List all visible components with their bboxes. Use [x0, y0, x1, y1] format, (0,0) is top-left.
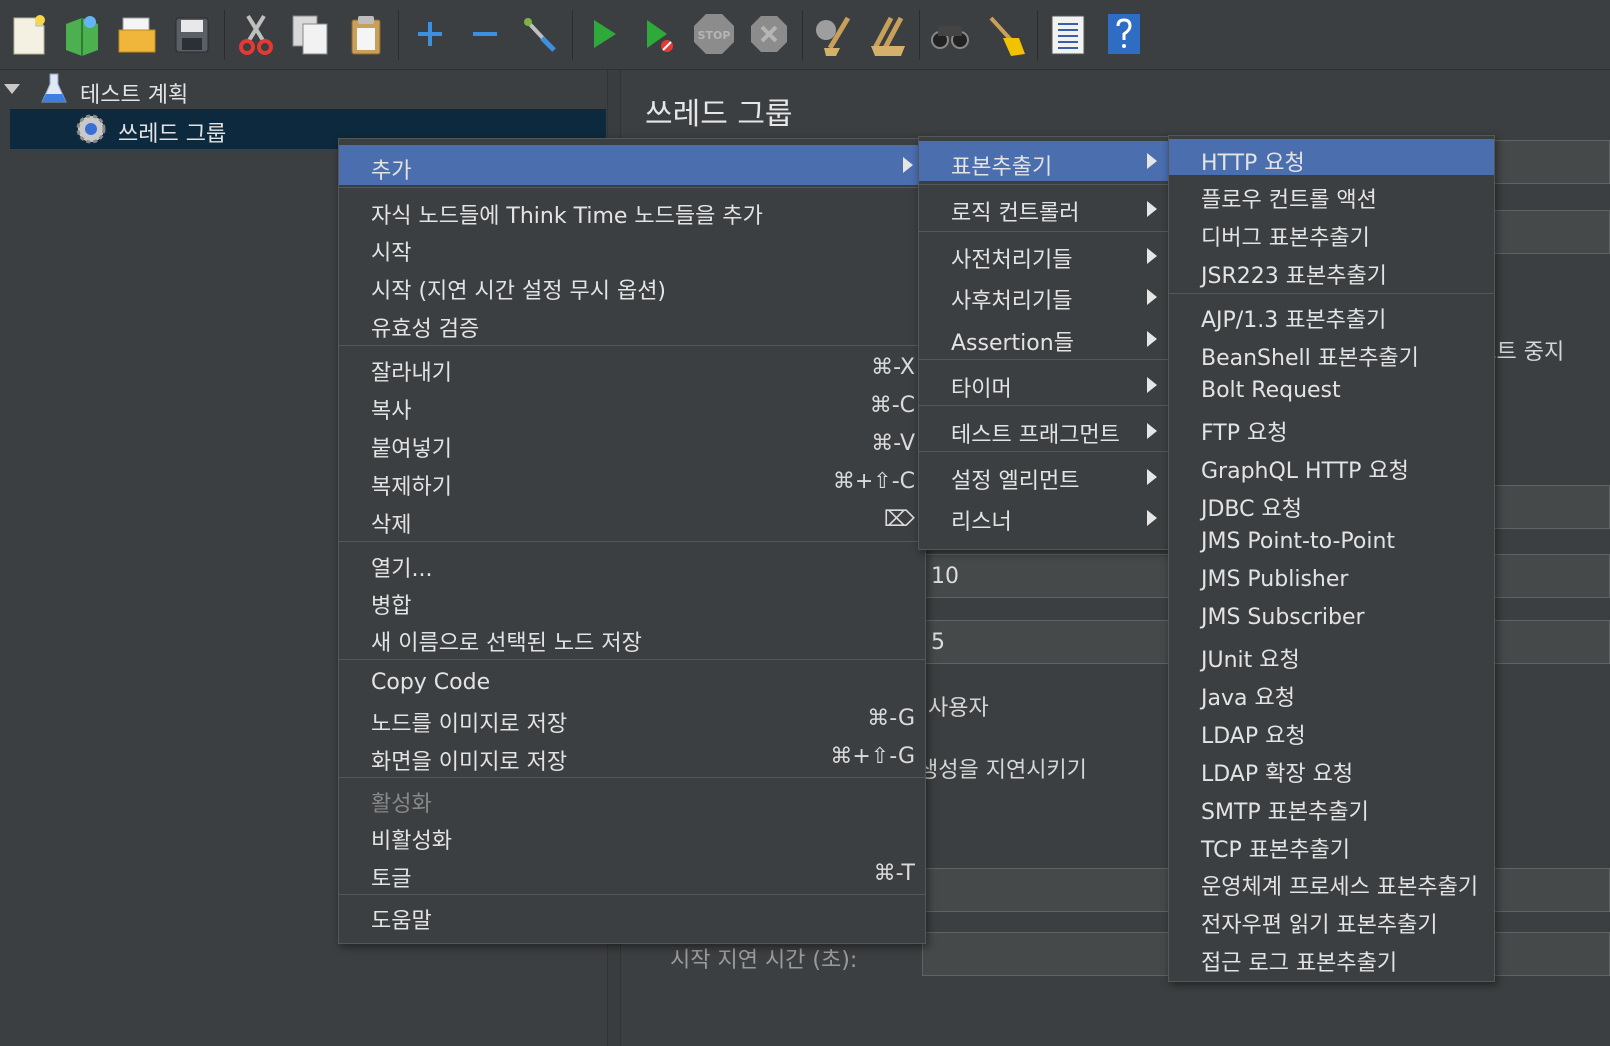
- save-icon[interactable]: [170, 10, 214, 58]
- chevron-right-icon: [1147, 289, 1157, 305]
- shutdown-icon[interactable]: [747, 10, 791, 58]
- submenu-item-pre-processors[interactable]: 사전처리기들: [919, 236, 1169, 273]
- sampler-item-ajp-sampler[interactable]: AJP/1.3 표본추출기: [1169, 296, 1494, 333]
- start-icon[interactable]: [582, 10, 626, 58]
- menu-item-copy[interactable]: 복사 ⌘-C: [339, 387, 925, 424]
- open-icon[interactable]: [115, 10, 159, 58]
- menu-item-cut[interactable]: 잘라내기 ⌘-X: [339, 349, 925, 386]
- sampler-item-os-process-sampler[interactable]: 운영체계 프로세스 표본추출기: [1169, 863, 1494, 900]
- function-helper-icon[interactable]: [1046, 10, 1090, 58]
- collapse-icon[interactable]: [463, 10, 507, 58]
- reset-search-icon[interactable]: [983, 10, 1027, 58]
- sampler-item-jms-point-to-point[interactable]: JMS Point-to-Point: [1169, 523, 1494, 559]
- svg-text:STOP: STOP: [698, 29, 731, 42]
- same-user-label: 사용자: [928, 696, 989, 721]
- paste-icon[interactable]: [344, 10, 388, 58]
- tree-node-label: 테스트 계획: [80, 83, 189, 108]
- submenu-item-samplers[interactable]: 표본추출기: [919, 141, 1169, 181]
- delay-thread-creation-label: 생성을 지연시키기: [918, 758, 1087, 783]
- toolbar: STOP: [0, 0, 1610, 70]
- tree-node-label: 쓰레드 그룹: [118, 122, 227, 147]
- tree-node-test-plan[interactable]: 테스트 계획: [0, 70, 606, 110]
- submenu-item-assertions[interactable]: Assertion들: [919, 319, 1169, 356]
- add-submenu: 표본추출기 로직 컨트롤러 사전처리기들 사후처리기들 Assertion들 타…: [918, 136, 1170, 550]
- sampler-item-access-log-sampler[interactable]: 접근 로그 표본추출기: [1169, 939, 1494, 976]
- samplers-submenu: HTTP 요청 플로우 컨트롤 액션 디버그 표본추출기 JSR223 표본추출…: [1168, 135, 1495, 982]
- submenu-item-logic-controller[interactable]: 로직 컨트롤러: [919, 189, 1169, 226]
- menu-item-enable: 활성화: [371, 792, 432, 817]
- menu-item-save-node-image[interactable]: 노드를 이미지로 저장 ⌘-G: [339, 700, 925, 737]
- page-title: 쓰레드 그룹: [645, 97, 793, 132]
- chevron-right-icon: [1147, 469, 1157, 485]
- chevron-right-icon: [903, 157, 913, 173]
- sampler-item-beanshell-sampler[interactable]: BeanShell 표본추출기: [1169, 334, 1494, 371]
- gear-icon: [74, 112, 108, 150]
- sampler-item-ldap-extended-request[interactable]: LDAP 확장 요청: [1169, 750, 1494, 787]
- menu-item-save-screen-image[interactable]: 화면을 이미지로 저장 ⌘+⇧-G: [339, 738, 925, 775]
- templates-icon[interactable]: [60, 10, 104, 58]
- sampler-item-http-request[interactable]: HTTP 요청: [1169, 139, 1494, 176]
- submenu-item-listener[interactable]: 리스너: [919, 498, 1169, 535]
- sampler-item-jdbc-request[interactable]: JDBC 요청: [1169, 485, 1494, 522]
- sampler-item-jsr223-sampler[interactable]: JSR223 표본추출기: [1169, 252, 1494, 289]
- menu-item-validate[interactable]: 유효성 검증: [339, 305, 925, 342]
- chevron-right-icon: [1147, 153, 1157, 169]
- menu-item-disable[interactable]: 비활성화: [339, 817, 925, 854]
- ramp-up-value: 5: [931, 630, 945, 655]
- expand-toggle-icon[interactable]: [4, 84, 20, 94]
- submenu-item-config-element[interactable]: 설정 엘리먼트: [919, 457, 1169, 494]
- sampler-item-bolt-request[interactable]: Bolt Request: [1169, 372, 1494, 408]
- sampler-item-junit-request[interactable]: JUnit 요청: [1169, 636, 1494, 673]
- menu-item-toggle[interactable]: 토글 ⌘-T: [339, 855, 925, 892]
- sampler-item-smtp-sampler[interactable]: SMTP 표본추출기: [1169, 788, 1494, 825]
- context-menu: 추가 자식 노드들에 Think Time 노드들을 추가 시작 시작 (지연 …: [338, 138, 926, 944]
- menu-item-start[interactable]: 시작: [339, 229, 925, 266]
- flask-icon: [40, 72, 68, 110]
- sampler-item-jms-subscriber[interactable]: JMS Subscriber: [1169, 599, 1494, 635]
- sampler-item-ftp-request[interactable]: FTP 요청: [1169, 409, 1494, 446]
- chevron-right-icon: [1147, 423, 1157, 439]
- menu-item-help[interactable]: 도움말: [339, 897, 925, 934]
- chevron-right-icon: [1147, 510, 1157, 526]
- search-icon[interactable]: [928, 10, 972, 58]
- menu-item-copy-code[interactable]: Copy Code: [339, 664, 925, 700]
- thread-count-value: 10: [931, 564, 959, 589]
- chevron-right-icon: [1147, 201, 1157, 217]
- sampler-item-java-request[interactable]: Java 요청: [1169, 674, 1494, 711]
- sampler-item-ldap-request[interactable]: LDAP 요청: [1169, 712, 1494, 749]
- expand-icon[interactable]: [408, 10, 452, 58]
- copy-icon[interactable]: [289, 10, 333, 58]
- menu-item-duplicate[interactable]: 복제하기 ⌘+⇧-C: [339, 463, 925, 500]
- sampler-item-jms-publisher[interactable]: JMS Publisher: [1169, 561, 1494, 597]
- sampler-item-debug-sampler[interactable]: 디버그 표본추출기: [1169, 214, 1494, 251]
- new-icon[interactable]: [8, 10, 52, 58]
- stop-icon[interactable]: STOP: [692, 10, 736, 58]
- start-no-pause-icon[interactable]: [637, 10, 681, 58]
- menu-item-save-selection-as[interactable]: 새 이름으로 선택된 노드 저장: [339, 619, 925, 656]
- submenu-item-post-processors[interactable]: 사후처리기들: [919, 277, 1169, 314]
- sampler-item-graphql-http-request[interactable]: GraphQL HTTP 요청: [1169, 447, 1494, 484]
- chevron-right-icon: [1147, 248, 1157, 264]
- cut-icon[interactable]: [234, 10, 278, 58]
- start-delay-label: 시작 지연 시간 (초):: [670, 948, 858, 973]
- menu-item-open[interactable]: 열기...: [339, 545, 925, 582]
- sampler-item-tcp-sampler[interactable]: TCP 표본추출기: [1169, 826, 1494, 863]
- menu-item-delete[interactable]: 삭제 ⌦: [339, 501, 925, 538]
- submenu-item-test-fragment[interactable]: 테스트 프래그먼트: [919, 411, 1169, 448]
- menu-item-merge[interactable]: 병합: [339, 582, 925, 619]
- menu-item-add-think-time[interactable]: 자식 노드들에 Think Time 노드들을 추가: [339, 192, 925, 229]
- clear-all-icon[interactable]: [865, 10, 909, 58]
- chevron-right-icon: [1147, 377, 1157, 393]
- clear-icon[interactable]: [810, 10, 854, 58]
- sampler-item-flow-control-action[interactable]: 플로우 컨트롤 액션: [1169, 176, 1494, 213]
- toggle-icon[interactable]: [518, 10, 562, 58]
- menu-item-add[interactable]: 추가: [339, 145, 925, 185]
- chevron-right-icon: [1147, 331, 1157, 347]
- menu-item-paste[interactable]: 붙여넣기 ⌘-V: [339, 425, 925, 462]
- help-icon[interactable]: [1102, 10, 1146, 58]
- submenu-item-timer[interactable]: 타이머: [919, 365, 1169, 402]
- sampler-item-mail-reader-sampler[interactable]: 전자우편 읽기 표본추출기: [1169, 901, 1494, 938]
- menu-item-start-no-pauses[interactable]: 시작 (지연 시간 설정 무시 옵션): [339, 267, 925, 304]
